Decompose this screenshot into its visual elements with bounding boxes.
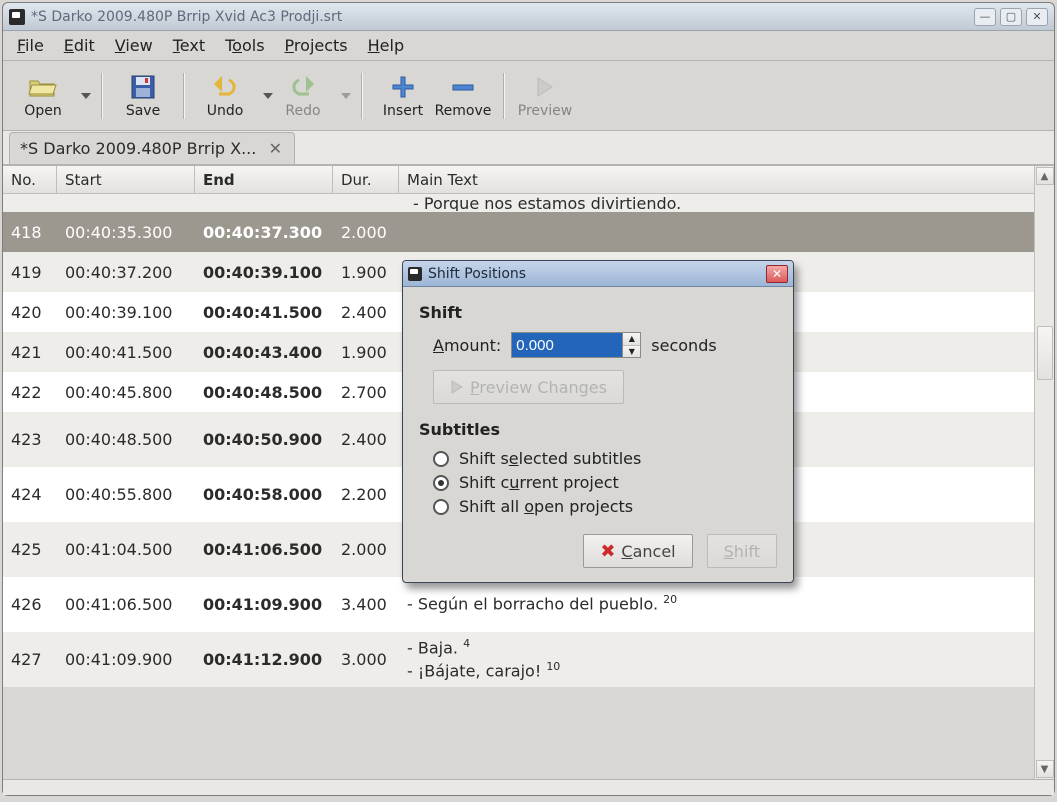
open-dropdown-icon[interactable] <box>81 93 91 99</box>
table-row[interactable]: 41800:40:35.30000:40:37.3002.000 <box>3 212 1034 252</box>
status-bar <box>3 779 1054 795</box>
minimize-button[interactable]: — <box>974 8 996 26</box>
shift-button[interactable]: Shift <box>707 534 777 568</box>
col-start[interactable]: Start <box>57 166 195 193</box>
plus-icon <box>391 73 415 101</box>
amount-input[interactable] <box>512 333 622 357</box>
redo-button[interactable]: Redo <box>273 66 333 126</box>
maximize-button[interactable]: ▢ <box>1000 8 1022 26</box>
col-end[interactable]: End <box>195 166 333 193</box>
amount-label: Amount: <box>433 336 501 355</box>
preview-button[interactable]: Preview <box>515 66 575 126</box>
close-tab-icon[interactable]: ✕ <box>266 140 284 158</box>
radio-icon <box>433 451 449 467</box>
col-main[interactable]: Main Text <box>399 166 1054 193</box>
dialog-app-icon <box>408 267 422 281</box>
radio-current[interactable]: Shift current project <box>433 473 777 492</box>
window-title: *S Darko 2009.480P Brrip Xvid Ac3 Prodji… <box>31 9 974 25</box>
col-dur[interactable]: Dur. <box>333 166 399 193</box>
titlebar: *S Darko 2009.480P Brrip Xvid Ac3 Prodji… <box>3 3 1054 31</box>
menubar: File Edit View Text Tools Projects Help <box>3 31 1054 61</box>
close-window-button[interactable]: ✕ <box>1026 8 1048 26</box>
app-icon <box>9 9 25 25</box>
table-header: No. Start End Dur. Main Text <box>3 166 1054 194</box>
spin-down-icon[interactable]: ▼ <box>623 346 640 358</box>
menu-text[interactable]: Text <box>173 36 205 55</box>
folder-open-icon <box>28 73 58 101</box>
radio-icon <box>433 499 449 515</box>
dialog-title: Shift Positions <box>428 266 766 282</box>
vertical-scrollbar[interactable]: ▲ ▼ <box>1034 166 1054 779</box>
shift-heading: Shift <box>419 303 777 322</box>
amount-unit: seconds <box>651 336 716 355</box>
dialog-close-button[interactable]: ✕ <box>766 265 788 283</box>
toolbar: Open Save Undo Redo <box>3 61 1054 131</box>
shift-positions-dialog: Shift Positions ✕ Shift Amount: ▲ ▼ seco… <box>402 260 794 583</box>
play-icon <box>450 380 464 394</box>
save-button[interactable]: Save <box>113 66 173 126</box>
menu-file[interactable]: File <box>17 36 44 55</box>
floppy-icon <box>130 73 156 101</box>
subtitles-heading: Subtitles <box>419 420 777 439</box>
scroll-thumb[interactable] <box>1037 326 1053 380</box>
play-icon <box>535 73 555 101</box>
remove-button[interactable]: Remove <box>433 66 493 126</box>
menu-edit[interactable]: Edit <box>64 36 95 55</box>
table-row[interactable]: 42700:41:09.90000:41:12.9003.000- Baja. … <box>3 632 1034 687</box>
spin-up-icon[interactable]: ▲ <box>623 333 640 346</box>
menu-tools[interactable]: Tools <box>225 36 264 55</box>
scroll-up-button[interactable]: ▲ <box>1036 167 1054 185</box>
cancel-icon: ✖ <box>600 541 615 562</box>
undo-dropdown-icon[interactable] <box>263 93 273 99</box>
document-tabs: *S Darko 2009.480P Brrip X... ✕ <box>3 131 1054 165</box>
table-row[interactable]: 42600:41:06.50000:41:09.9003.400- Según … <box>3 577 1034 632</box>
col-no[interactable]: No. <box>3 166 57 193</box>
minus-icon <box>451 73 475 101</box>
radio-icon <box>433 475 449 491</box>
amount-spinbox[interactable]: ▲ ▼ <box>511 332 641 358</box>
undo-icon <box>211 73 239 101</box>
open-button[interactable]: Open <box>13 66 73 126</box>
menu-help[interactable]: Help <box>368 36 404 55</box>
scroll-down-button[interactable]: ▼ <box>1036 760 1054 778</box>
radio-selected[interactable]: Shift selected subtitles <box>433 449 777 468</box>
document-tab-label: *S Darko 2009.480P Brrip X... <box>20 139 256 158</box>
document-tab[interactable]: *S Darko 2009.480P Brrip X... ✕ <box>9 132 295 164</box>
menu-projects[interactable]: Projects <box>285 36 348 55</box>
radio-all[interactable]: Shift all open projects <box>433 497 777 516</box>
menu-view[interactable]: View <box>115 36 153 55</box>
redo-dropdown-icon[interactable] <box>341 93 351 99</box>
undo-button[interactable]: Undo <box>195 66 255 126</box>
redo-icon <box>289 73 317 101</box>
dialog-titlebar[interactable]: Shift Positions ✕ <box>403 261 793 287</box>
insert-button[interactable]: Insert <box>373 66 433 126</box>
cancel-button[interactable]: ✖ Cancel <box>583 534 692 568</box>
preview-changes-button[interactable]: Preview Changes <box>433 370 624 404</box>
prev-row-cutoff: - Porque nos estamos divirtiendo. <box>3 194 1034 212</box>
